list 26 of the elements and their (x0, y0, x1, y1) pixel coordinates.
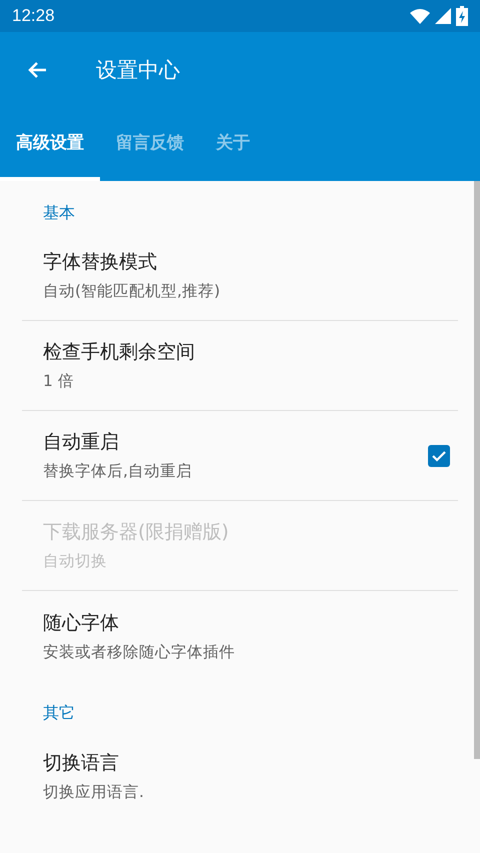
setting-title: 下载服务器(限捐赠版) (43, 520, 230, 545)
wifi-icon (410, 8, 430, 24)
setting-title: 切换语言 (43, 750, 120, 776)
setting-title: 检查手机剩余空间 (43, 340, 196, 365)
screen-title: 设置中心 (96, 56, 180, 84)
setting-summary: 安装或者移除随心字体插件 (43, 642, 236, 662)
battery-icon (456, 6, 468, 26)
setting-summary: 替换字体后,自动重启 (43, 461, 193, 482)
signal-icon (435, 8, 451, 24)
settings-item[interactable]: 字体替换模式 自动(智能匹配机型,推荐) (22, 231, 458, 321)
setting-title: 自动重启 (43, 430, 120, 455)
status-time: 12:28 (12, 6, 55, 26)
settings-item[interactable]: 随心字体 安装或者移除随心字体插件 (22, 591, 458, 681)
section-header: 基本 (42, 202, 76, 224)
settings-item[interactable]: 切换语言 切换应用语言. (22, 731, 458, 821)
settings-item[interactable]: 自动重启 替换字体后,自动重启 (22, 411, 458, 501)
tab[interactable]: 高级设置 (0, 107, 100, 181)
settings-item[interactable]: 检查手机剩余空间 1 倍 (22, 321, 458, 411)
checkbox[interactable] (428, 444, 450, 466)
setting-title: 随心字体 (43, 610, 120, 636)
section-header: 其它 (42, 702, 76, 724)
setting-summary: 切换应用语言. (43, 782, 145, 802)
setting-summary: 自动切换 (43, 551, 108, 572)
setting-summary: 1 倍 (43, 371, 75, 392)
setting-summary: 自动(智能匹配机型,推荐) (43, 281, 222, 302)
setting-title: 字体替换模式 (43, 250, 158, 275)
